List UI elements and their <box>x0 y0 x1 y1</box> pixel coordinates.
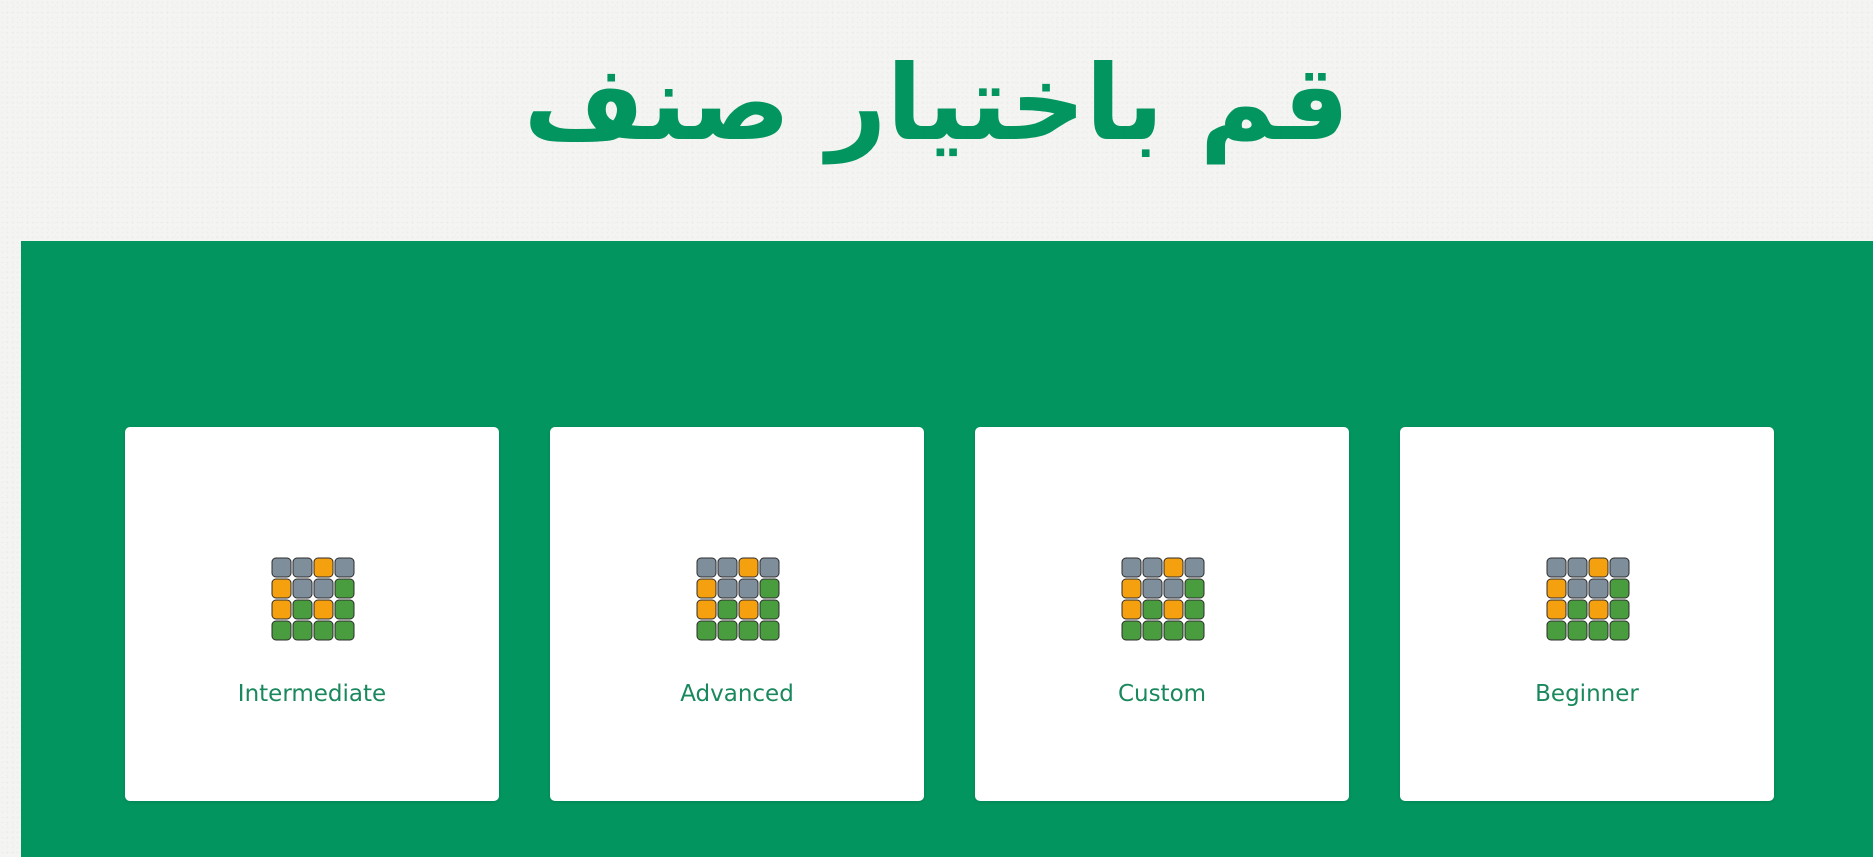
grid-tile <box>1546 599 1567 620</box>
grid-tile <box>1184 620 1205 641</box>
level-label: Beginner <box>1535 681 1639 707</box>
grid-tile <box>696 578 717 599</box>
grid-tile <box>738 599 759 620</box>
page-title: قم باختيار صنف <box>523 42 1350 164</box>
level-selection-panel: Intermediate Advanced Custom Beginner <box>21 241 1873 857</box>
grid-tiles-icon <box>1546 557 1630 641</box>
grid-tile <box>1546 557 1567 578</box>
grid-tile <box>1567 578 1588 599</box>
grid-tiles-icon <box>696 557 780 641</box>
grid-tile <box>1121 620 1142 641</box>
grid-tile <box>313 557 334 578</box>
grid-tile <box>1546 620 1567 641</box>
grid-tile <box>271 578 292 599</box>
level-card-advanced[interactable]: Advanced <box>550 427 924 801</box>
grid-tile <box>292 578 313 599</box>
grid-tile <box>334 599 355 620</box>
grid-tile <box>696 557 717 578</box>
grid-tile <box>759 557 780 578</box>
grid-tile <box>271 620 292 641</box>
grid-tile <box>1142 620 1163 641</box>
grid-tile <box>1121 578 1142 599</box>
level-label: Custom <box>1117 681 1207 707</box>
grid-tile <box>334 578 355 599</box>
grid-tile <box>717 578 738 599</box>
level-card-beginner[interactable]: Beginner <box>1400 427 1774 801</box>
grid-tile <box>1609 578 1630 599</box>
grid-tile <box>1163 599 1184 620</box>
grid-tile <box>1121 599 1142 620</box>
grid-tile <box>1142 578 1163 599</box>
grid-tile <box>1609 599 1630 620</box>
grid-tile <box>1121 557 1142 578</box>
grid-tile <box>313 620 334 641</box>
grid-tile <box>717 620 738 641</box>
grid-tile <box>1163 557 1184 578</box>
grid-tile <box>313 578 334 599</box>
level-label: Intermediate <box>237 681 387 707</box>
grid-tile <box>1567 557 1588 578</box>
grid-tile <box>1567 620 1588 641</box>
grid-tile <box>1588 599 1609 620</box>
grid-tile <box>759 620 780 641</box>
grid-tile <box>1609 620 1630 641</box>
grid-tile <box>292 620 313 641</box>
grid-tile <box>1184 599 1205 620</box>
grid-tile <box>738 620 759 641</box>
grid-tile <box>313 599 334 620</box>
grid-tile <box>271 557 292 578</box>
grid-tile <box>738 557 759 578</box>
grid-tiles-icon <box>271 557 355 641</box>
grid-tile <box>717 599 738 620</box>
grid-tile <box>1588 620 1609 641</box>
grid-tile <box>696 620 717 641</box>
level-card-intermediate[interactable]: Intermediate <box>125 427 499 801</box>
grid-tile <box>1142 599 1163 620</box>
grid-tile <box>1184 557 1205 578</box>
grid-tile <box>1546 578 1567 599</box>
grid-tile <box>759 599 780 620</box>
grid-tile <box>1163 578 1184 599</box>
grid-tiles-icon <box>1121 557 1205 641</box>
grid-tile <box>334 620 355 641</box>
grid-tile <box>334 557 355 578</box>
grid-tile <box>1609 557 1630 578</box>
grid-tile <box>759 578 780 599</box>
grid-tile <box>1184 578 1205 599</box>
grid-tile <box>1567 599 1588 620</box>
grid-tile <box>696 599 717 620</box>
level-label: Advanced <box>680 681 794 707</box>
grid-tile <box>292 557 313 578</box>
grid-tile <box>1142 557 1163 578</box>
grid-tile <box>717 557 738 578</box>
grid-tile <box>1588 578 1609 599</box>
grid-tile <box>271 599 292 620</box>
level-card-custom[interactable]: Custom <box>975 427 1349 801</box>
grid-tile <box>292 599 313 620</box>
grid-tile <box>1588 557 1609 578</box>
grid-tile <box>1163 620 1184 641</box>
grid-tile <box>738 578 759 599</box>
